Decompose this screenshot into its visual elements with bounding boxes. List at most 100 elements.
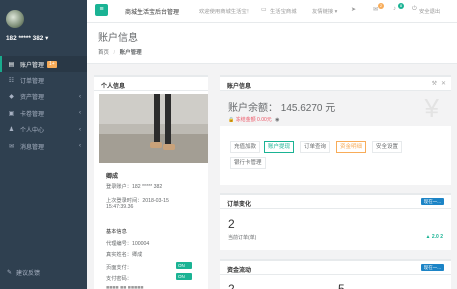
breadcrumb-current: 账户管理 <box>119 50 142 56</box>
panel-header: 个人信息 <box>94 77 208 91</box>
user-real-name: 卿成 <box>106 174 119 180</box>
sidebar-item-assets[interactable]: ◆ 资产管理 ‹ <box>0 89 87 105</box>
envelope-icon: ✉ <box>8 143 15 150</box>
feedback-label: 建议反馈 <box>16 271 41 277</box>
welcome-text: 欢迎使用商城生活宝！ <box>199 9 252 15</box>
sidebar-nav: ▤ 账户管理 1+ ☷ 订单管理 ◆ 资产管理 ‹ ▣ 卡卷管理 ‹ ♟ 个人中… <box>0 56 87 154</box>
tab-security[interactable]: 安全设置 <box>372 141 403 153</box>
page-pay-toggle[interactable]: ON <box>176 262 192 269</box>
fund-value-b: 5 <box>338 282 345 289</box>
top-navbar: ≡ 商城生活宝后台管理 欢迎使用商城生活宝！ ▭ 生活宝商城 友情链接 ▾ ➤ … <box>87 0 457 23</box>
profile-photo <box>99 94 208 163</box>
sidebar-item-label: 卡卷管理 <box>20 111 45 118</box>
logout-link[interactable]: 安全退出 <box>419 7 440 15</box>
sidebar-item-label: 订单管理 <box>20 79 45 86</box>
basic-info-heading: 基本信息 <box>106 229 127 235</box>
pay-pwd-toggle[interactable]: ON <box>176 273 192 280</box>
order-change-panel: 订单变化 现在一... 2 当前订单(单) ▲ 2.0 2 <box>220 193 451 250</box>
chevron-left-icon: ‹ <box>79 93 81 100</box>
page-title: 账户信息 <box>98 33 138 44</box>
period-label[interactable]: 现在一... <box>420 264 444 271</box>
user-name: 182 ***** 382 <box>6 35 44 42</box>
panel-header: 订单变化 现在一... <box>220 195 451 209</box>
sidebar-item-cards[interactable]: ▣ 卡卷管理 ‹ <box>0 105 87 121</box>
sidebar: 182 ***** 382 ▾ ▤ 账户管理 1+ ☷ 订单管理 ◆ 资产管理 … <box>0 0 87 289</box>
real-name-field: 真实姓名：卿成 <box>106 252 143 258</box>
frozen-value: 0.00元 <box>257 117 272 123</box>
breadcrumb: 首页 / 账户管理 <box>98 48 142 56</box>
hamburger-icon: ≡ <box>99 6 104 13</box>
panel-title: 个人信息 <box>101 84 126 90</box>
avatar[interactable] <box>6 10 24 28</box>
panel-title: 订单变化 <box>227 202 252 208</box>
bell-icon[interactable]: ♪ <box>393 6 396 12</box>
balance-label: 账户余额： <box>228 103 278 114</box>
panel-title: 账户信息 <box>227 84 252 90</box>
send-icon[interactable]: ➤ <box>351 6 356 13</box>
feedback-link[interactable]: ✎ 建议反馈 <box>7 268 40 277</box>
orders-icon: ☷ <box>8 78 15 85</box>
sidebar-item-label: 资产管理 <box>20 95 45 102</box>
friend-links-dropdown[interactable]: 友情链接 ▾ <box>312 7 337 15</box>
lock-icon: 🔒 <box>228 117 235 123</box>
chevron-left-icon: ‹ <box>79 110 81 117</box>
sidebar-item-label: 个人中心 <box>20 128 45 135</box>
mail-badge: 2 <box>378 3 384 9</box>
more-info: ■■■■ ■■ ■■■■■ <box>106 285 144 289</box>
pay-pwd-label: 支付密码： <box>106 276 132 282</box>
close-icon[interactable]: ✕ <box>441 80 446 87</box>
logout-icon: ⏻ <box>412 6 417 12</box>
eye-icon[interactable]: ◉ <box>275 117 279 123</box>
fund-flow-panel: 资金流动 现在一... 2 5 <box>220 259 451 289</box>
sidebar-item-account[interactable]: ▤ 账户管理 1+ <box>0 56 87 73</box>
tab-withdraw[interactable]: 账户提现 <box>264 141 295 153</box>
breadcrumb-separator: / <box>113 50 116 56</box>
feedback-icon: ✎ <box>7 270 13 276</box>
app-title: 商城生活宝后台管理 <box>125 10 180 16</box>
sidebar-item-label: 消息管理 <box>20 144 45 151</box>
page-pay-label: 页面支付： <box>106 265 132 271</box>
monitor-icon: ▭ <box>261 7 267 13</box>
bell-badge: 8 <box>398 3 404 9</box>
tab-recharge[interactable]: 充值加款 <box>230 141 261 153</box>
order-trend: ▲ 2.0 2 <box>425 234 443 240</box>
card-icon: ▣ <box>8 110 15 117</box>
account-badge: 1+ <box>47 60 57 68</box>
agent-number: 代理编号：100004 <box>106 241 150 247</box>
panel-header: 账户信息 ⚒ ✕ <box>220 77 451 91</box>
panel-header: 资金流动 现在一... <box>220 261 451 275</box>
diamond-icon: ◆ <box>9 94 14 101</box>
tab-fund-detail[interactable]: 资金明细 <box>336 141 367 153</box>
sidebar-item-label: 账户管理 <box>20 62 45 69</box>
breadcrumb-home[interactable]: 首页 <box>98 50 109 56</box>
menu-toggle-button[interactable]: ≡ <box>95 4 108 16</box>
yuan-icon: ¥ <box>424 93 439 123</box>
login-account: 登录账户：182 ***** 382 <box>106 184 163 190</box>
chevron-left-icon: ‹ <box>79 143 81 150</box>
sidebar-item-personal[interactable]: ♟ 个人中心 ‹ <box>0 122 87 138</box>
period-label[interactable]: 现在一... <box>420 198 444 205</box>
balance-value: 145.6270 <box>280 103 323 114</box>
sidebar-item-orders[interactable]: ☷ 订单管理 <box>0 72 87 88</box>
last-login-label: 上次登录时间：2018-03-15 <box>106 198 169 204</box>
account-icon: ▤ <box>8 61 15 68</box>
page-header: 账户信息 首页 / 账户管理 <box>87 23 457 64</box>
frozen-amount: 🔒 冻结金额 0.00元 ◉ <box>228 116 280 123</box>
frozen-label: 冻结金额 <box>235 117 256 123</box>
balance-display: 账户余额： 145.6270 元 <box>228 99 335 114</box>
tab-bank-card[interactable]: 银行卡管理 <box>230 157 266 169</box>
order-count: 2 <box>228 217 235 231</box>
sidebar-item-messages[interactable]: ✉ 消息管理 ‹ <box>0 138 87 154</box>
user-dropdown[interactable]: 182 ***** 382 ▾ <box>6 34 48 42</box>
fund-value-a: 2 <box>228 282 235 289</box>
last-login-time: 15:47:39.36 <box>106 204 134 210</box>
balance-currency: 元 <box>325 103 336 114</box>
chevron-left-icon: ‹ <box>79 126 81 133</box>
mall-link[interactable]: 生活宝商城 <box>270 7 297 15</box>
user-icon: ♟ <box>8 127 15 134</box>
wrench-icon[interactable]: ⚒ <box>432 80 437 87</box>
photo-illustration <box>99 94 208 163</box>
profile-panel: 182 ***** 382 ▾ <box>0 0 87 56</box>
panel-title: 资金流动 <box>227 268 252 274</box>
tab-order-query[interactable]: 订单查询 <box>300 141 331 153</box>
